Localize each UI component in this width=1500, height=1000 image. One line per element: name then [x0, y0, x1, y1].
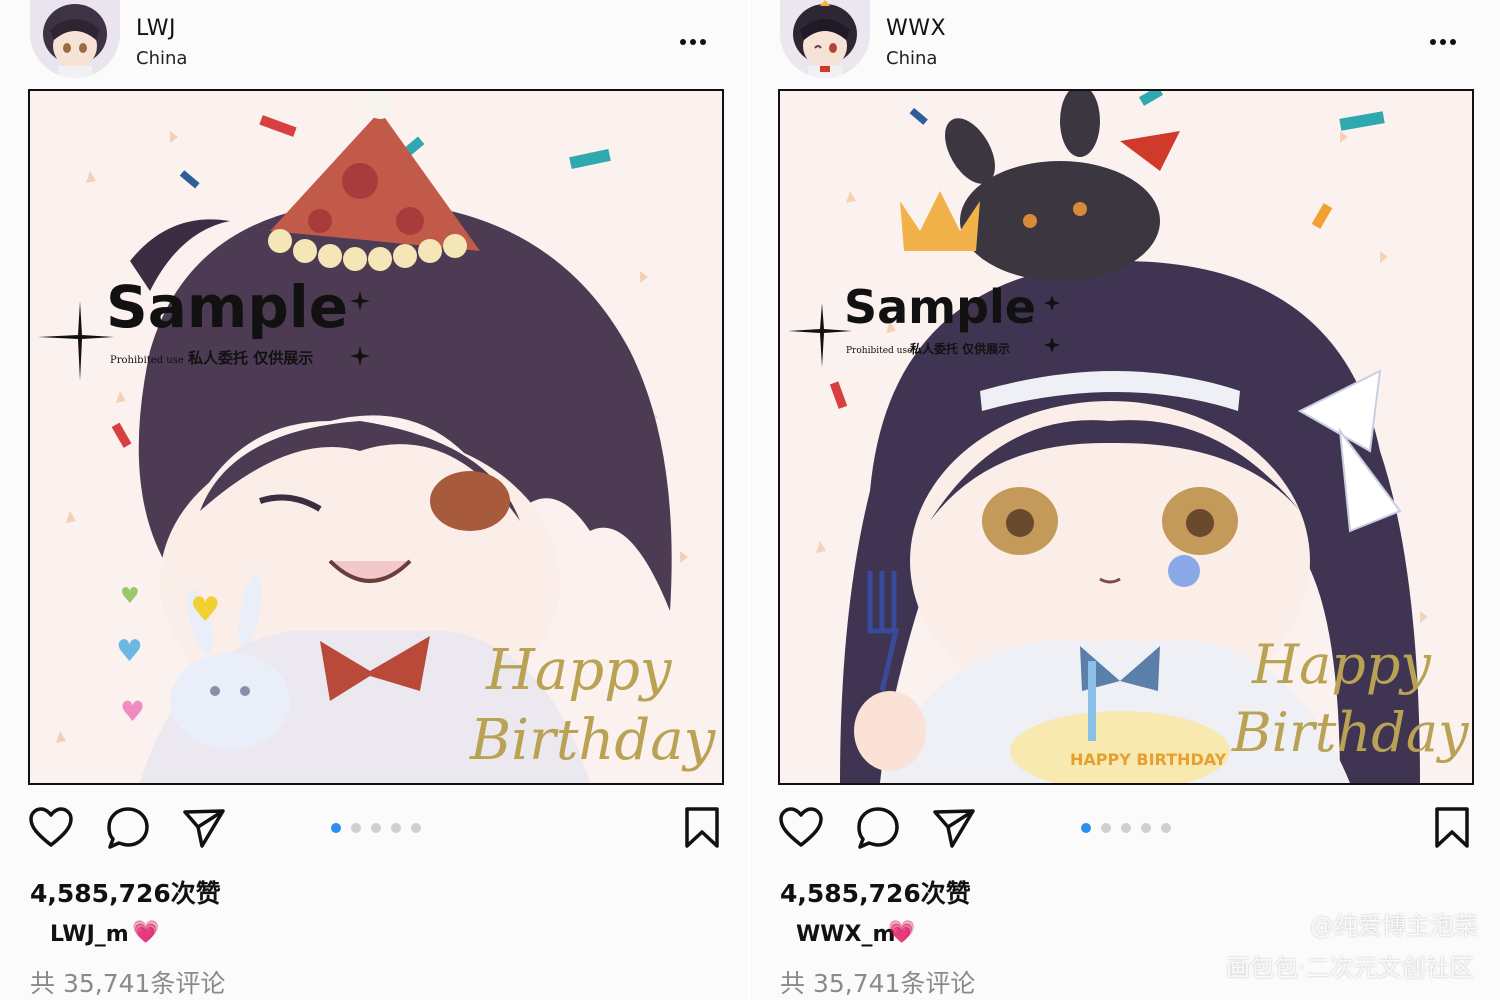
like-heart-icon[interactable]: [778, 806, 824, 852]
carousel-dot: [1161, 823, 1171, 833]
share-send-icon[interactable]: [932, 806, 976, 854]
carousel-dot: [1141, 823, 1151, 833]
username[interactable]: LWJ: [136, 16, 176, 41]
carousel-indicator: [331, 823, 431, 835]
caption-emoji: 💗: [888, 920, 916, 945]
comment-bubble-icon[interactable]: [856, 806, 900, 854]
svg-text:♥: ♥: [120, 695, 145, 728]
carousel-indicator: [1081, 823, 1181, 835]
like-heart-icon[interactable]: [28, 806, 74, 852]
carousel-dot: [411, 823, 421, 833]
like-count[interactable]: 4,585,726次赞: [30, 874, 221, 910]
carousel-dot: [391, 823, 401, 833]
view-comments-link[interactable]: 共 35,741条评论: [30, 964, 225, 1000]
carousel-dot: [331, 823, 341, 833]
location[interactable]: China: [136, 48, 187, 69]
svg-text:HAPPY BIRTHDAY: HAPPY BIRTHDAY: [1070, 750, 1227, 769]
svg-text:Sample: Sample: [844, 280, 1036, 334]
svg-text:Birthday: Birthday: [1231, 701, 1470, 764]
like-count[interactable]: 4,585,726次赞: [780, 874, 971, 910]
svg-text:♥: ♥: [116, 634, 143, 669]
caption-username[interactable]: LWJ_m: [50, 922, 129, 947]
carousel-dot: [1081, 823, 1091, 833]
post-image[interactable]: ♥ ♥ ♥ ♥ Sample Prohibited use 私人委托 仅供展示 …: [28, 89, 724, 785]
svg-text:Birthday: Birthday: [469, 708, 717, 773]
svg-text:Prohibited use: Prohibited use: [110, 355, 184, 366]
svg-text:Happy: Happy: [1251, 633, 1432, 696]
svg-text:Prohibited use: Prohibited use: [846, 346, 912, 356]
bookmark-icon[interactable]: [1434, 806, 1470, 854]
post-image[interactable]: HAPPY BIRTHDAY Sample Prohibited use 私人委…: [778, 89, 1474, 785]
svg-text:私人委托 仅供展示: 私人委托 仅供展示: [187, 349, 313, 367]
caption-emoji: 💗: [132, 920, 160, 945]
username[interactable]: WWX: [886, 16, 946, 41]
carousel-dot: [1121, 823, 1131, 833]
svg-text:♥: ♥: [190, 590, 220, 630]
svg-text:私人委托 仅供展示: 私人委托 仅供展示: [909, 341, 1010, 356]
more-options-icon[interactable]: [678, 24, 708, 54]
avatar[interactable]: [30, 0, 120, 78]
avatar[interactable]: [780, 0, 870, 78]
post-wwx: WWX China HAPPY BIRTHDAY Sample Prohibit…: [750, 0, 1500, 1000]
comment-bubble-icon[interactable]: [106, 806, 150, 854]
location[interactable]: China: [886, 48, 937, 69]
share-send-icon[interactable]: [182, 806, 226, 854]
bookmark-icon[interactable]: [684, 806, 720, 854]
action-bar: [778, 806, 1472, 854]
post-lwj: LWJ China ♥ ♥ ♥ ♥ Sample Prohibited use …: [0, 0, 750, 1000]
svg-text:Happy: Happy: [485, 638, 673, 703]
watermark-author: @纯爱博主泡菜: [1310, 912, 1478, 940]
green-heart-icon: ♥: [120, 584, 140, 609]
action-bar: [28, 806, 722, 854]
svg-text:Sample: Sample: [106, 273, 348, 341]
carousel-dot: [371, 823, 381, 833]
caption-username[interactable]: WWX_m: [796, 922, 895, 947]
watermark-site: 画包包·二次元文创社区: [1226, 954, 1474, 982]
carousel-dot: [1101, 823, 1111, 833]
carousel-dot: [351, 823, 361, 833]
more-options-icon[interactable]: [1428, 24, 1458, 54]
view-comments-link[interactable]: 共 35,741条评论: [780, 964, 975, 1000]
